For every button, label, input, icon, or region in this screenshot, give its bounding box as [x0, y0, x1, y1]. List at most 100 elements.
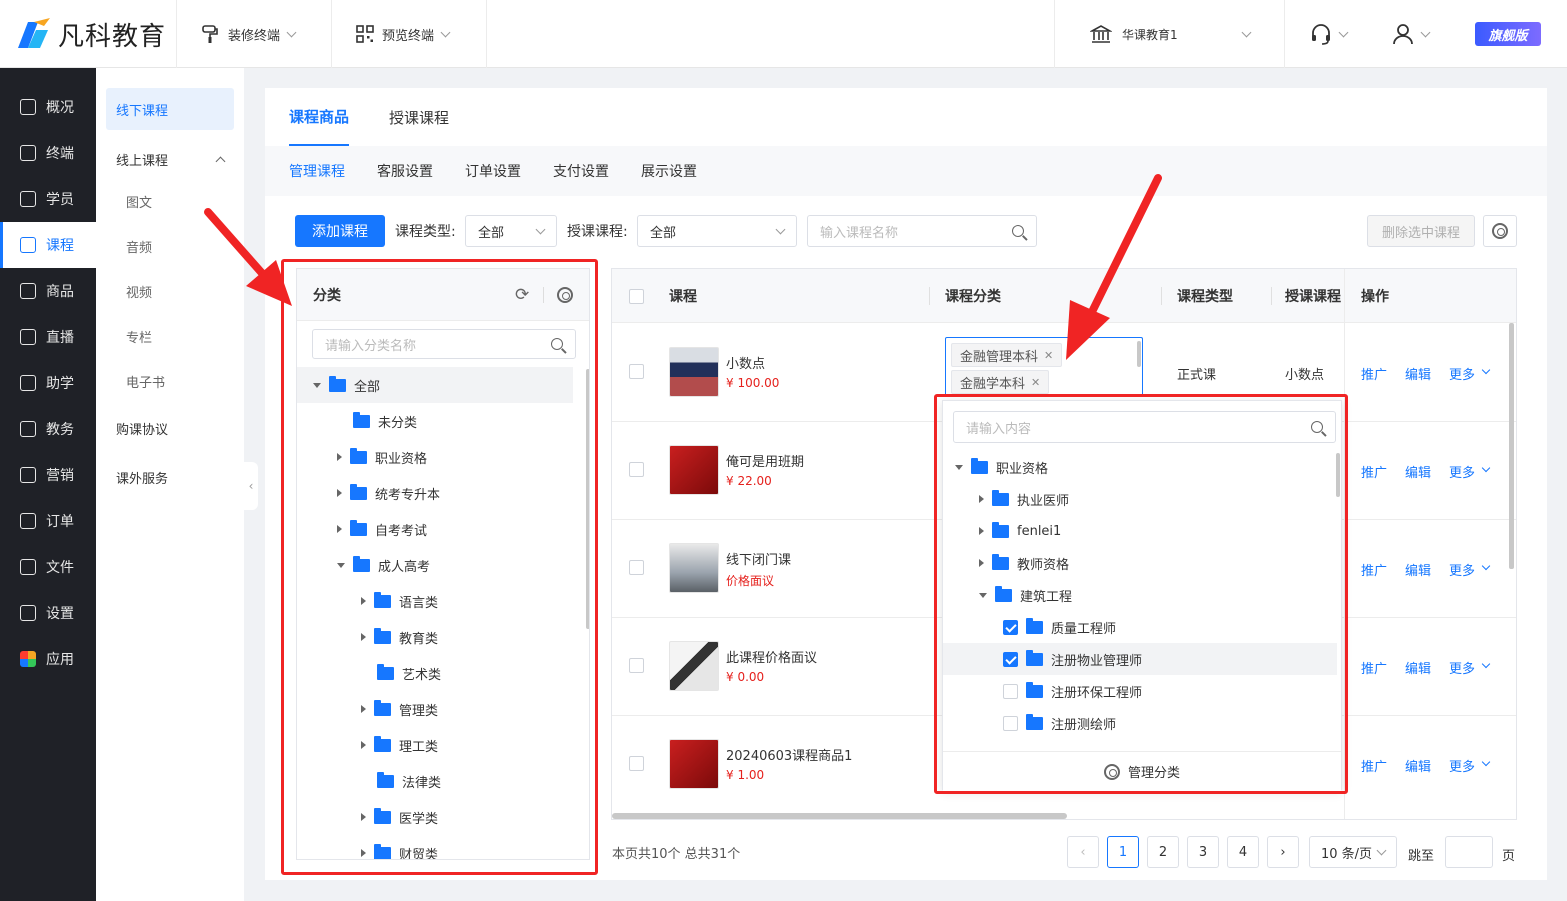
terminal-icon: [20, 145, 36, 161]
tab-display-settings[interactable]: 展示设置: [641, 146, 697, 196]
row-checkbox[interactable]: [629, 560, 644, 575]
page-size-select[interactable]: 10 条/页: [1309, 836, 1397, 868]
tab-customer-service[interactable]: 客服设置: [377, 146, 433, 196]
decorate-terminal-menu[interactable]: 装修终端: [200, 0, 297, 68]
delete-selected-button[interactable]: 删除选中课程: [1367, 215, 1475, 247]
nav-item-live[interactable]: 直播: [0, 314, 96, 360]
nav-item-assist[interactable]: 助学: [0, 360, 96, 406]
nav-item-orders[interactable]: 订单: [0, 498, 96, 544]
more-link[interactable]: 更多: [1449, 658, 1475, 677]
nav-item-students[interactable]: 学员: [0, 176, 96, 222]
next-page-button[interactable]: ›: [1267, 836, 1299, 868]
page-button[interactable]: 1: [1107, 836, 1139, 868]
more-link[interactable]: 更多: [1449, 462, 1475, 481]
page-button[interactable]: 3: [1187, 836, 1219, 868]
row-checkbox[interactable]: [629, 756, 644, 771]
search-icon[interactable]: [1012, 225, 1024, 237]
vertical-scrollbar[interactable]: [1509, 323, 1514, 569]
nav-item-overview[interactable]: 概况: [0, 84, 96, 130]
chevron-down-icon: [1481, 463, 1491, 473]
more-link[interactable]: 更多: [1449, 364, 1475, 383]
annotation-arrow-left: [204, 208, 292, 306]
select-all-checkbox[interactable]: [629, 289, 644, 304]
course-thumbnail[interactable]: [669, 543, 719, 593]
course-name[interactable]: 此课程价格面议: [726, 647, 817, 666]
live-icon: [20, 329, 36, 345]
row-checkbox[interactable]: [629, 364, 644, 379]
course-name[interactable]: 俺可是用班期: [726, 451, 804, 470]
nav-item-terminal[interactable]: 终端: [0, 130, 96, 176]
collapse-sidebar-button[interactable]: ‹: [244, 462, 258, 510]
nav-item-course[interactable]: 课程: [0, 222, 96, 268]
edit-link[interactable]: 编辑: [1405, 560, 1431, 579]
promote-link[interactable]: 推广: [1361, 364, 1387, 383]
user-menu[interactable]: [1392, 0, 1431, 68]
teach-course-select[interactable]: 全部: [637, 215, 797, 247]
course-type-cell: 正式课: [1177, 368, 1217, 383]
header-course: 课程: [669, 289, 697, 305]
more-link[interactable]: 更多: [1449, 560, 1475, 579]
chevron-up-icon: [215, 156, 226, 166]
course-name[interactable]: 线下闭门课: [726, 549, 791, 568]
tab-manage-course[interactable]: 管理课程: [289, 146, 345, 196]
promote-link[interactable]: 推广: [1361, 658, 1387, 677]
page-button[interactable]: 2: [1147, 836, 1179, 868]
brand-logo[interactable]: 凡科教育: [14, 14, 166, 54]
header-teach-course: 授课课程: [1285, 289, 1341, 305]
customer-service-menu[interactable]: [1310, 0, 1349, 68]
prev-page-button[interactable]: ‹: [1067, 836, 1099, 868]
row-checkbox[interactable]: [629, 462, 644, 477]
promote-link[interactable]: 推广: [1361, 462, 1387, 481]
goods-icon: [20, 283, 36, 299]
preview-terminal-menu[interactable]: 预览终端: [356, 0, 451, 68]
subnav-offline-course[interactable]: 线下课程: [106, 88, 234, 130]
header-category: 课程分类: [945, 289, 1001, 305]
course-type-select[interactable]: 全部: [465, 215, 557, 247]
chevron-down-icon: [1241, 27, 1252, 37]
organization-switcher[interactable]: 华课教育1: [1090, 0, 1252, 68]
nav-item-settings[interactable]: 设置: [0, 590, 96, 636]
jump-page-input[interactable]: [1445, 836, 1493, 868]
subnav-extra-service[interactable]: 课外服务: [106, 456, 234, 498]
course-search-input[interactable]: 输入课程名称: [807, 215, 1037, 247]
course-thumbnail[interactable]: [669, 641, 719, 691]
promote-link[interactable]: 推广: [1361, 560, 1387, 579]
page-button[interactable]: 4: [1227, 836, 1259, 868]
tab-payment-settings[interactable]: 支付设置: [553, 146, 609, 196]
course-name[interactable]: 20240603课程商品1: [726, 745, 852, 764]
tab-teaching-course[interactable]: 授课课程: [389, 88, 449, 146]
horizontal-scrollbar[interactable]: [612, 813, 1067, 819]
course-thumbnail[interactable]: [669, 445, 719, 495]
subnav-purchase-agreement[interactable]: 购课协议: [106, 407, 234, 449]
table-settings-button[interactable]: [1483, 215, 1517, 247]
header-operation: 操作: [1361, 289, 1389, 305]
subnav-item-ebook[interactable]: 电子书: [106, 360, 234, 402]
course-name[interactable]: 小数点: [726, 353, 765, 372]
nav-item-academic[interactable]: 教务: [0, 406, 96, 452]
tab-order-settings[interactable]: 订单设置: [465, 146, 521, 196]
header-course-type: 课程类型: [1177, 289, 1233, 305]
promote-link[interactable]: 推广: [1361, 756, 1387, 775]
add-course-button[interactable]: 添加课程: [295, 215, 385, 247]
row-checkbox[interactable]: [629, 658, 644, 673]
edit-link[interactable]: 编辑: [1405, 462, 1431, 481]
course-thumbnail[interactable]: [669, 347, 719, 397]
nav-item-goods[interactable]: 商品: [0, 268, 96, 314]
nav-item-apps[interactable]: 应用: [0, 636, 96, 682]
edition-badge[interactable]: 旗舰版: [1475, 22, 1541, 46]
tab-course-goods[interactable]: 课程商品: [289, 88, 350, 146]
subnav-item-column[interactable]: 专栏: [106, 315, 234, 357]
overview-icon: [20, 99, 36, 115]
teach-course-cell: 小数点: [1285, 368, 1325, 383]
headset-icon: [1312, 24, 1330, 45]
course-thumbnail[interactable]: [669, 739, 719, 789]
edit-link[interactable]: 编辑: [1405, 658, 1431, 677]
nav-item-marketing[interactable]: 营销: [0, 452, 96, 498]
more-link[interactable]: 更多: [1449, 756, 1475, 775]
edit-link[interactable]: 编辑: [1405, 364, 1431, 383]
chevron-down-icon: [1420, 27, 1431, 37]
files-icon: [20, 559, 36, 575]
nav-item-files[interactable]: 文件: [0, 544, 96, 590]
subnav-online-course[interactable]: 线上课程: [106, 138, 234, 180]
edit-link[interactable]: 编辑: [1405, 756, 1431, 775]
